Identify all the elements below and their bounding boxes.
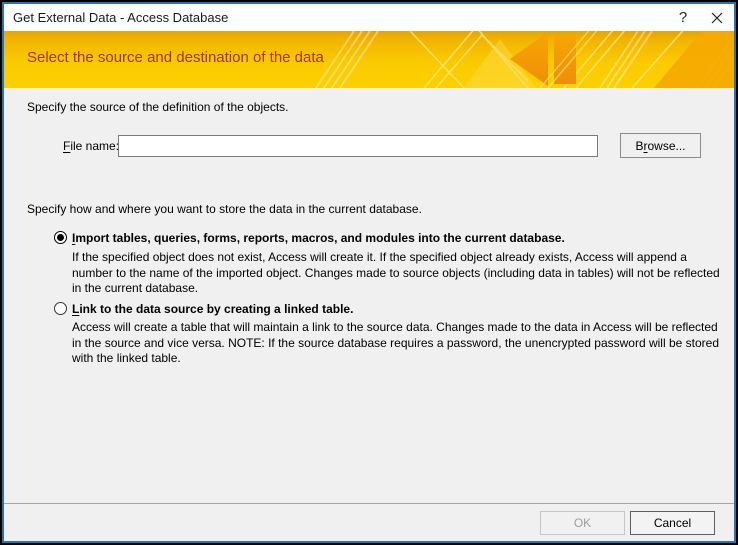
title-bar: Get External Data - Access Database ? [4,4,734,31]
dialog-window: Get External Data - Access Database ? [0,0,738,545]
footer-separator [4,503,734,504]
destination-heading: Specify how and where you want to store … [27,202,422,217]
file-name-input[interactable] [118,135,598,157]
banner-title: Select the source and destination of the… [27,49,324,66]
banner-decoration [314,31,734,88]
radio-import-description: If the specified object does not exist, … [72,250,720,297]
ok-button[interactable]: OK [540,511,625,535]
browse-button[interactable]: Browse... [620,133,701,158]
banner: Select the source and destination of the… [4,31,734,88]
radio-import[interactable] [54,231,67,244]
dialog-frame: Get External Data - Access Database ? [2,2,736,543]
cancel-button[interactable]: Cancel [630,511,715,535]
help-icon: ? [679,9,687,26]
radio-link-description: Access will create a table that will mai… [72,320,722,367]
source-heading: Specify the source of the definition of … [27,100,289,115]
dialog-title: Get External Data - Access Database [4,10,666,25]
close-button[interactable] [700,4,734,31]
file-name-label: File name: [63,139,119,153]
radio-link[interactable] [54,302,67,315]
radio-import-label[interactable]: Import tables, queries, forms, reports, … [72,231,565,245]
help-button[interactable]: ? [666,4,700,31]
radio-link-label[interactable]: Link to the data source by creating a li… [72,302,353,316]
close-icon [711,12,723,24]
